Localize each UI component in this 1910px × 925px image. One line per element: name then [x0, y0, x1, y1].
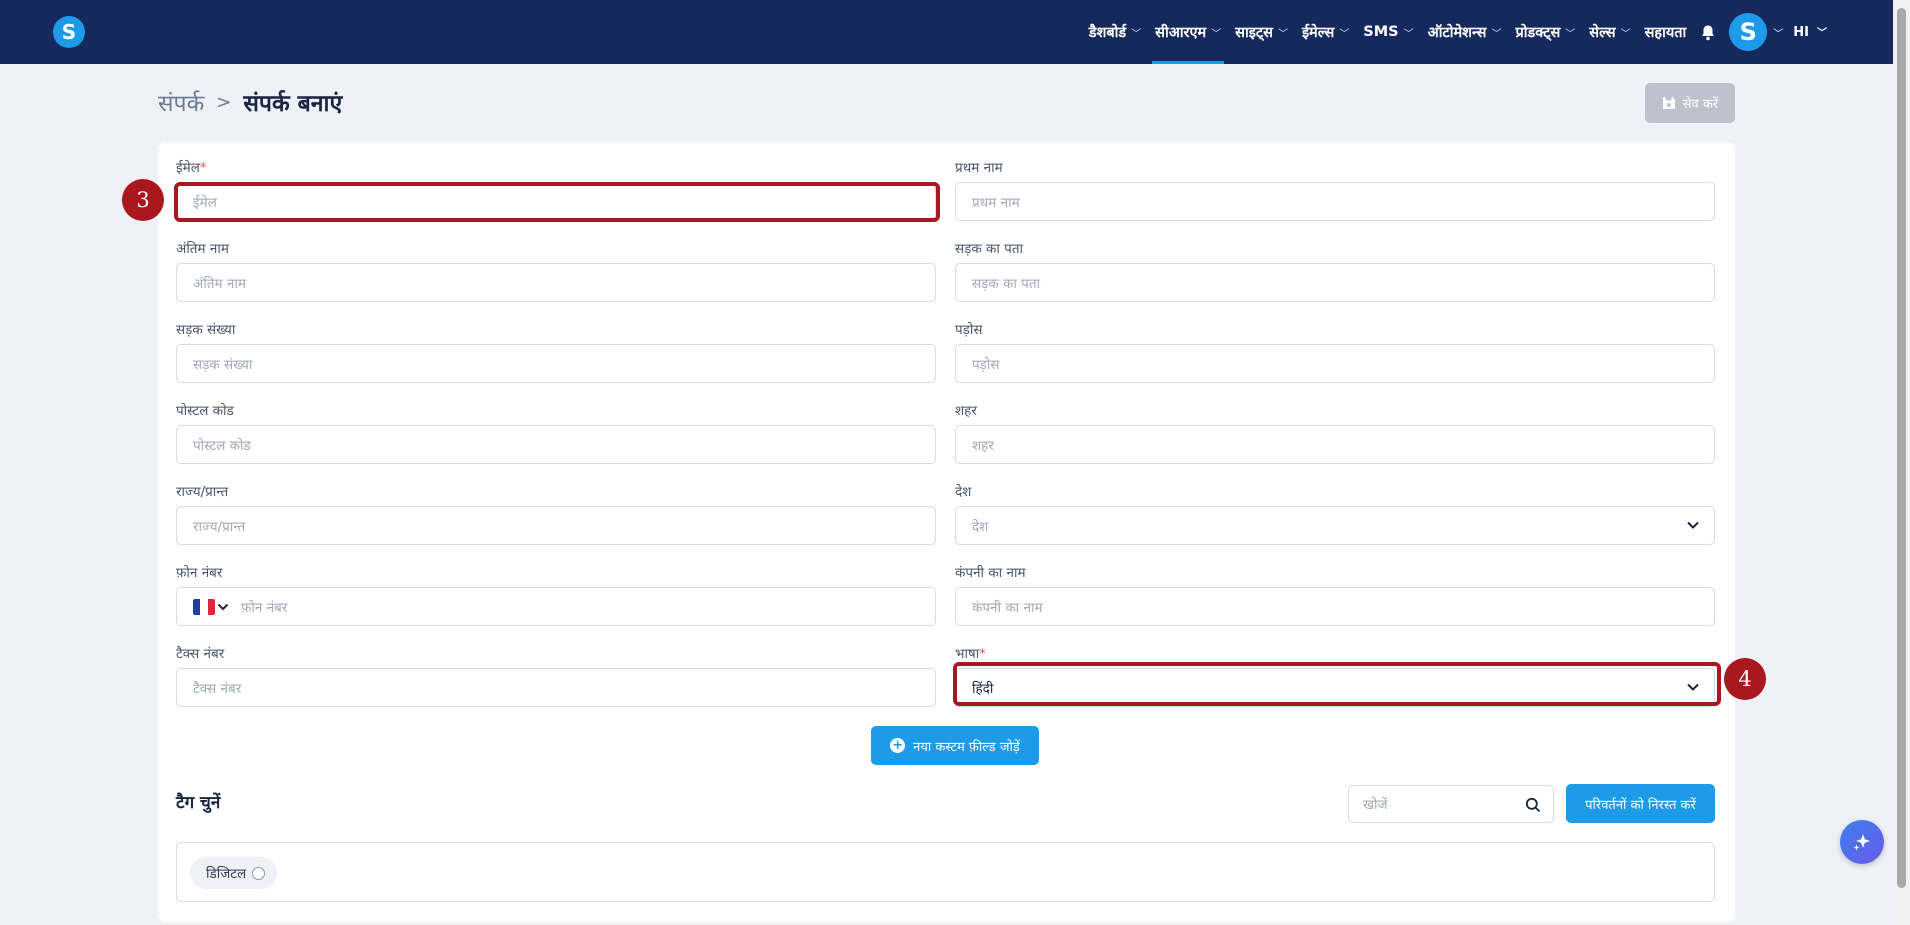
street-address-label: सड़क का पता [955, 241, 1024, 257]
breadcrumb: संपर्क > संपर्क बनाएं [158, 86, 342, 118]
chevron-right-icon: > [216, 91, 232, 113]
chevron-down-icon: ﹀ [1620, 28, 1631, 40]
nav-item-automations[interactable]: ऑटोमेशन्स ﹀ [1421, 0, 1509, 64]
chevron-down-icon [1687, 521, 1699, 529]
country-select[interactable]: देश [955, 506, 1715, 545]
chevron-down-icon: ﹀ [1817, 28, 1827, 39]
floppy-disk-icon [1662, 97, 1675, 109]
chevron-down-icon: ﹀ [1211, 28, 1222, 40]
chevron-down-icon: ﹀ [1277, 28, 1288, 40]
first-name-input[interactable]: प्रथम नाम [955, 182, 1715, 221]
tag-search-input[interactable]: खोजें [1348, 785, 1554, 823]
nav-item-sites[interactable]: साइट्स ﹀ [1228, 0, 1295, 64]
phone-field-group: फ़ोन नंबर फ़ोन नंबर [176, 563, 936, 626]
chevron-down-icon[interactable] [217, 601, 229, 613]
phone-label: फ़ोन नंबर [176, 565, 223, 581]
chevron-down-icon: ﹀ [1339, 28, 1350, 40]
nav-item-products[interactable]: प्रोडक्ट्स ﹀ [1508, 0, 1582, 64]
tag-chip-label: डिजिटल [206, 866, 247, 882]
required-asterisk: * [199, 160, 207, 176]
top-navbar: S डैशबोर्ड ﹀ सीआरएम ﹀ साइट्स ﹀ ईमेल्स ﹀ SMS ﹀… [0, 0, 1893, 64]
city-field-group: शहर शहर [955, 401, 1715, 464]
email-label: ईमेल [176, 160, 200, 176]
email-input[interactable]: ईमेल [176, 182, 936, 221]
scrollbar-track[interactable] [1893, 0, 1910, 925]
city-label: शहर [955, 403, 977, 419]
language-select[interactable]: हिंदी [955, 668, 1715, 707]
language-label: भाषा [955, 646, 980, 662]
city-input[interactable]: शहर [955, 425, 1715, 464]
state-label: राज्य/प्रान्त [176, 484, 229, 500]
step-badge-3: 3 [122, 179, 164, 221]
email-field-group: ईमेल* ईमेल [176, 158, 936, 221]
app-logo[interactable]: S [53, 16, 85, 48]
user-avatar[interactable]: S [1729, 13, 1768, 51]
ai-assistant-button[interactable] [1840, 820, 1884, 864]
discard-changes-button[interactable]: परिवर्तनों को निरस्त करें [1566, 784, 1715, 823]
street-address-field-group: सड़क का पता सड़क का पता [955, 239, 1715, 302]
nav-item-crm[interactable]: सीआरएम ﹀ [1148, 0, 1228, 64]
scrollbar-thumb[interactable] [1897, 8, 1906, 888]
tax-number-label: टैक्स नंबर [176, 646, 225, 662]
postal-code-label: पोस्टल कोड [176, 403, 234, 419]
breadcrumb-parent-link[interactable]: संपर्क [158, 86, 204, 118]
bell-icon[interactable] [1693, 24, 1723, 41]
country-select-placeholder: देश [972, 518, 989, 535]
plus-circle-icon: + [890, 738, 906, 753]
tag-search-placeholder: खोजें [1363, 797, 1388, 813]
state-input[interactable]: राज्य/प्रान्त [176, 506, 936, 545]
chevron-down-icon [1687, 683, 1699, 691]
nav-item-sms[interactable]: SMS ﹀ [1356, 0, 1420, 64]
phone-input[interactable]: फ़ोन नंबर [176, 587, 936, 626]
page-title: संपर्क बनाएं [243, 91, 343, 117]
neighborhood-label: पड़ोस [955, 322, 983, 338]
tax-number-input[interactable]: टैक्स नंबर [176, 668, 936, 707]
search-icon[interactable] [1525, 797, 1541, 813]
street-number-label: सड़क संख्या [176, 322, 236, 338]
france-flag-icon[interactable] [193, 598, 215, 615]
country-field-group: देश देश [955, 482, 1715, 545]
company-input[interactable]: कंपनी का नाम [955, 587, 1715, 626]
postal-code-field-group: पोस्टल कोड पोस्टल कोड [176, 401, 936, 464]
first-name-label: प्रथम नाम [955, 160, 1003, 176]
chevron-down-icon: ﹀ [1491, 28, 1502, 40]
phone-placeholder: फ़ोन नंबर [241, 599, 288, 616]
tag-chip[interactable]: डिजिटल [190, 857, 278, 889]
last-name-label: अंतिम नाम [176, 241, 229, 257]
required-asterisk: * [979, 646, 987, 662]
tax-number-field-group: टैक्स नंबर टैक्स नंबर [176, 644, 936, 707]
nav-item-help[interactable]: सहायता [1638, 0, 1694, 64]
nav-item-sales[interactable]: सेल्स ﹀ [1582, 0, 1637, 64]
nav-item-dashboard[interactable]: डैशबोर्ड ﹀ [1082, 0, 1148, 64]
company-label: कंपनी का नाम [955, 565, 1026, 581]
chevron-down-icon: ﹀ [1131, 28, 1142, 40]
chevron-down-icon: ﹀ [1565, 28, 1576, 40]
add-custom-field-button[interactable]: + नया कस्टम फ़ील्ड जोड़ें [871, 726, 1039, 765]
state-field-group: राज्य/प्रान्त राज्य/प्रान्त [176, 482, 936, 545]
last-name-field-group: अंतिम नाम अंतिम नाम [176, 239, 936, 302]
language-field-group: भाषा* हिंदी [955, 644, 1715, 707]
sparkle-icon [1853, 834, 1870, 851]
tags-section-title: टैग चुनें [176, 793, 221, 813]
save-button[interactable]: सेव करें [1645, 83, 1735, 123]
street-number-input[interactable]: सड़क संख्या [176, 344, 936, 383]
neighborhood-input[interactable]: पड़ोस [955, 344, 1715, 383]
neighborhood-field-group: पड़ोस पड़ोस [955, 320, 1715, 383]
nav-item-emails[interactable]: ईमेल्स ﹀ [1295, 0, 1356, 64]
nav-menu: डैशबोर्ड ﹀ सीआरएम ﹀ साइट्स ﹀ ईमेल्स ﹀ SMS ﹀ ऑ… [1082, 0, 1827, 64]
street-address-input[interactable]: सड़क का पता [955, 263, 1715, 302]
company-field-group: कंपनी का नाम कंपनी का नाम [955, 563, 1715, 626]
last-name-input[interactable]: अंतिम नाम [176, 263, 936, 302]
language-switcher[interactable]: HI ﹀ [1793, 24, 1827, 40]
chevron-down-icon: ﹀ [1403, 28, 1414, 40]
street-number-field-group: सड़क संख्या सड़क संख्या [176, 320, 936, 383]
language-select-value: हिंदी [972, 680, 994, 697]
country-label: देश [955, 484, 972, 500]
postal-code-input[interactable]: पोस्टल कोड [176, 425, 936, 464]
step-badge-4: 4 [1724, 658, 1766, 700]
tags-list: डिजिटल [176, 842, 1715, 902]
first-name-field-group: प्रथम नाम प्रथम नाम [955, 158, 1715, 221]
chevron-down-icon[interactable]: ﹀ [1773, 25, 1783, 40]
tag-select-radio[interactable] [252, 866, 266, 880]
